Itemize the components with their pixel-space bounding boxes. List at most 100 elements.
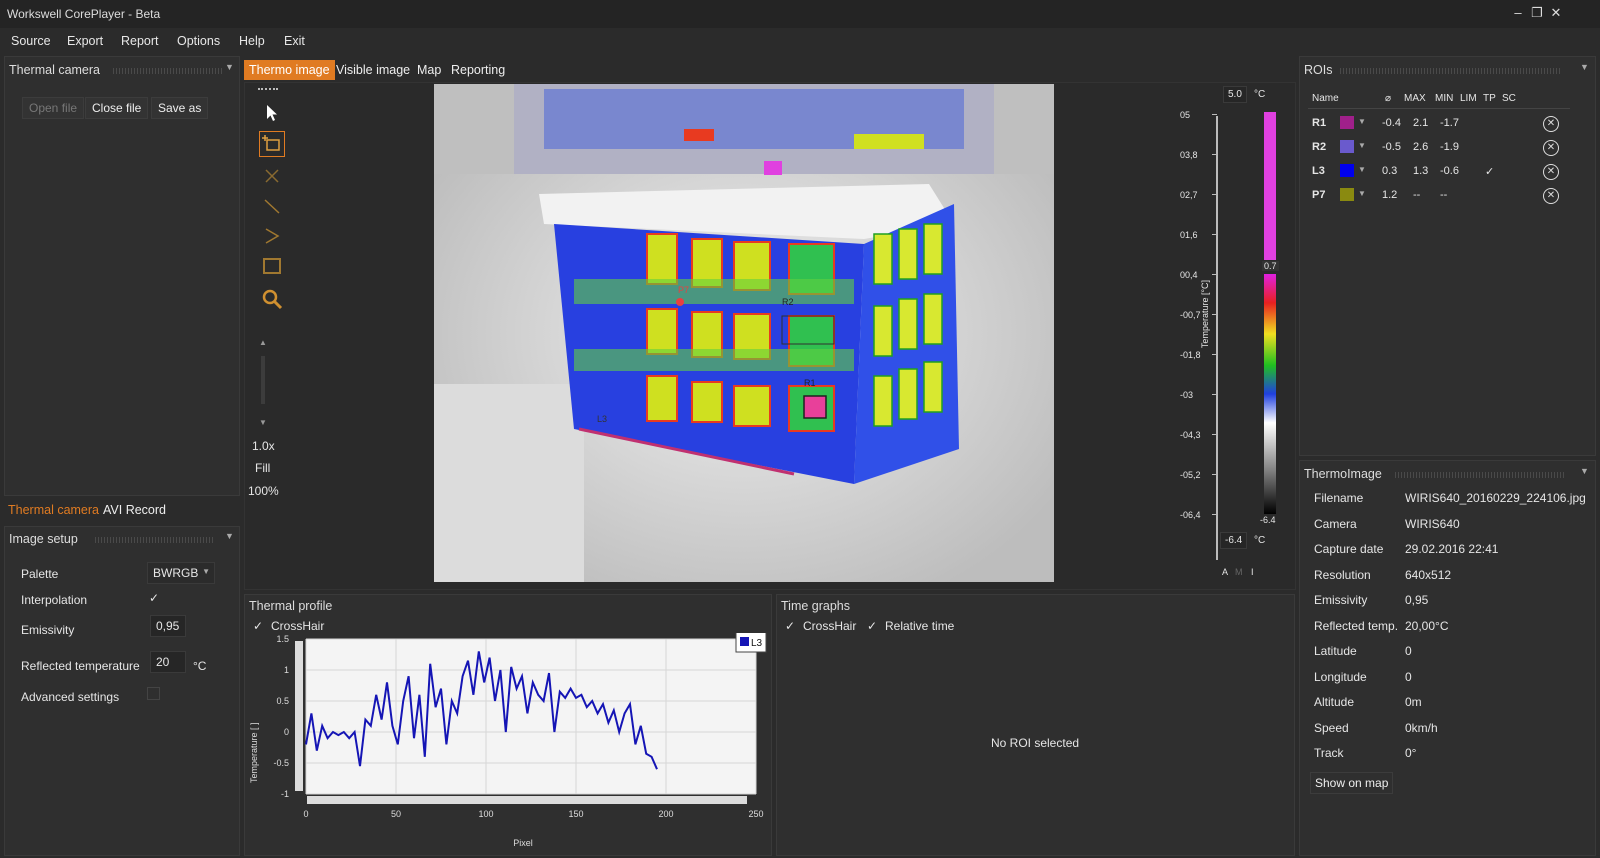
menu-options[interactable]: Options <box>177 34 220 48</box>
crosshair-checkbox[interactable]: ✓ <box>785 619 795 633</box>
y-tick-label: 0.5 <box>276 696 289 706</box>
menu-export[interactable]: Export <box>67 34 103 48</box>
point-tool-icon[interactable] <box>259 163 285 189</box>
interpolation-label: Interpolation <box>21 593 88 607</box>
rectangle-tool-icon[interactable] <box>259 253 285 279</box>
roi-row-r2[interactable]: R2 ▼ -0.5 2.6 -1.9 ✕ <box>1308 137 1570 161</box>
horizontal-scrollbar[interactable] <box>307 796 747 804</box>
roi-tp-check[interactable]: ✓ <box>1485 165 1494 178</box>
tab-avi-record[interactable]: AVI Record <box>100 503 169 517</box>
emissivity-input[interactable]: 0,95 <box>150 615 186 637</box>
roi-color-swatch[interactable] <box>1340 140 1354 153</box>
marker-l3[interactable]: L3 <box>597 414 607 424</box>
zoom-tool-icon[interactable] <box>259 286 285 312</box>
thermal-profile-panel: Thermal profile ✓ CrossHair 1.5 1 0.5 0 -0.5… <box>244 594 772 856</box>
emissivity-label: Emissivity <box>21 623 75 637</box>
marker-r2[interactable]: R2 <box>782 297 794 307</box>
roi-row-p7[interactable]: P7 ▼ 1.2 -- -- ✕ <box>1308 185 1570 209</box>
minimize-icon[interactable]: ‒ <box>1510 5 1526 21</box>
polyline-tool-icon[interactable] <box>259 223 285 249</box>
crosshair-checkbox[interactable]: ✓ <box>253 619 263 633</box>
chevron-down-icon[interactable]: ▼ <box>225 62 234 72</box>
tab-thermo-image[interactable]: Thermo image <box>244 60 335 80</box>
col-sc: SC <box>1502 93 1516 104</box>
chevron-down-icon[interactable]: ▼ <box>1580 466 1589 476</box>
thermal-profile-chart[interactable]: 1.5 1 0.5 0 -0.5 -1 0 50 100 150 200 250 Temperatu… <box>245 633 771 855</box>
chevron-down-icon[interactable]: ▼ <box>1358 117 1366 126</box>
scale-mode-interval[interactable]: I <box>1251 567 1254 577</box>
y-tick-label: -0.5 <box>273 758 289 768</box>
rois-panel: ROIs ▼ Name ⌀ MAX MIN LIM TP SC R1 ▼ -0.… <box>1299 56 1596 456</box>
tab-thermal-camera[interactable]: Thermal camera <box>5 503 102 517</box>
line-tool-icon[interactable] <box>259 193 285 219</box>
show-on-map-button[interactable]: Show on map <box>1310 772 1394 794</box>
scale-min-unit: °C <box>1254 535 1266 546</box>
no-roi-message: No ROI selected <box>991 736 1080 750</box>
time-graphs-panel: Time graphs ✓ CrossHair ✓ Relative time … <box>776 594 1295 856</box>
menu-help[interactable]: Help <box>239 34 265 48</box>
menu-report[interactable]: Report <box>121 34 159 48</box>
roi-name: P7 <box>1312 189 1326 201</box>
relative-time-checkbox[interactable]: ✓ <box>867 619 877 633</box>
remove-roi-icon[interactable]: ✕ <box>1543 164 1559 180</box>
roi-row-r1[interactable]: R1 ▼ -0.4 2.1 -1.7 ✕ <box>1308 113 1570 137</box>
scale-tick-label: 00,4 <box>1180 270 1198 280</box>
add-roi-tool-icon[interactable] <box>259 131 285 157</box>
marker-p7[interactable]: P7 <box>678 285 689 295</box>
roi-color-swatch[interactable] <box>1340 164 1354 177</box>
fill-button[interactable]: Fill <box>255 461 270 475</box>
palette-select[interactable]: BWRGB ▼ <box>147 562 215 584</box>
remove-roi-icon[interactable]: ✕ <box>1543 140 1559 156</box>
scale-max-input[interactable]: 5.0 <box>1223 86 1247 103</box>
reflected-temp-unit: °C <box>193 659 207 673</box>
menu-exit[interactable]: Exit <box>284 34 305 48</box>
field-label: Latitude <box>1314 644 1357 658</box>
scale-tick-mark <box>1212 234 1217 235</box>
scale-tick-mark <box>1212 194 1217 195</box>
field-value: WIRIS640 <box>1405 516 1460 531</box>
roi-name: L3 <box>1312 165 1325 177</box>
chevron-down-icon[interactable]: ▼ <box>1358 141 1366 150</box>
close-icon[interactable]: ✕ <box>1548 5 1564 21</box>
roi-color-swatch[interactable] <box>1340 188 1354 201</box>
field-value: 640x512 <box>1405 567 1452 582</box>
thermal-image[interactable]: P7 R2 R1 L3 <box>434 84 1054 582</box>
field-value: 0km/h <box>1405 720 1438 735</box>
marker-r1[interactable]: R1 <box>804 378 816 388</box>
scale-mode-manual[interactable]: M <box>1235 567 1243 577</box>
roi-max: -- <box>1413 189 1421 201</box>
restore-icon[interactable]: ❐ <box>1529 5 1545 21</box>
advanced-settings-checkbox[interactable] <box>147 687 160 700</box>
reflected-temp-input[interactable]: 20 <box>150 651 186 673</box>
tab-reporting[interactable]: Reporting <box>446 60 510 80</box>
remove-roi-icon[interactable]: ✕ <box>1543 188 1559 204</box>
zoom-slider[interactable] <box>261 356 265 404</box>
pointer-tool-icon[interactable] <box>259 100 285 126</box>
tab-map[interactable]: Map <box>412 60 446 80</box>
menu-source[interactable]: Source <box>11 34 51 48</box>
chevron-down-icon[interactable]: ▼ <box>1358 189 1366 198</box>
scale-mode-auto[interactable]: A <box>1222 567 1228 577</box>
chevron-down-icon[interactable]: ▼ <box>1358 165 1366 174</box>
close-file-button[interactable]: Close file <box>85 97 149 119</box>
open-file-button[interactable]: Open file <box>22 97 85 119</box>
remove-roi-icon[interactable]: ✕ <box>1543 116 1559 132</box>
vertical-scrollbar[interactable] <box>295 641 303 791</box>
col-name: Name <box>1312 93 1339 104</box>
scale-tick-mark <box>1212 514 1217 515</box>
tab-visible-image[interactable]: Visible image <box>331 60 415 80</box>
save-as-button[interactable]: Save as <box>151 97 209 119</box>
x-axis-label: Pixel <box>513 838 533 848</box>
zoom-percent: 100% <box>248 484 279 498</box>
roi-row-l3[interactable]: L3 ▼ 0.3 1.3 -0.6 ✓ ✕ <box>1308 161 1570 185</box>
chevron-down-icon[interactable]: ▼ <box>1580 62 1589 72</box>
thermoimage-panel: ThermoImage ▼ Filename WIRIS640_20160229_… <box>1299 460 1596 856</box>
thermal-profile-title: Thermal profile <box>249 599 333 613</box>
interpolation-checkbox[interactable]: ✓ <box>149 591 159 605</box>
zoom-down-icon[interactable]: ▼ <box>259 418 267 427</box>
roi-color-swatch[interactable] <box>1340 116 1354 129</box>
chevron-down-icon[interactable]: ▼ <box>225 531 234 541</box>
scale-level-low: -6.4 <box>1260 515 1276 525</box>
zoom-up-icon[interactable]: ▲ <box>259 338 267 347</box>
scale-min-input[interactable]: -6.4 <box>1220 532 1248 549</box>
